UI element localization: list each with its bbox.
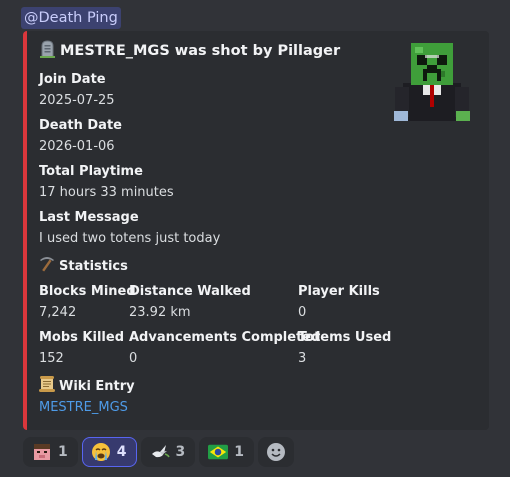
- field-value: I used two totens just today: [39, 231, 221, 246]
- dove-icon: [150, 442, 170, 462]
- stat-advancements: Advancements Completed 0: [129, 329, 320, 368]
- field-name: Totems Used: [298, 330, 392, 345]
- add-reaction-button[interactable]: [258, 437, 294, 467]
- stat-distance-walked: Distance Walked 23.92 km: [129, 283, 251, 322]
- reaction-pig-face[interactable]: 1: [23, 437, 78, 467]
- brazil-flag-icon: [208, 442, 229, 462]
- field-value: 17 hours 33 minutes: [39, 185, 174, 200]
- reaction-dove[interactable]: 3: [140, 437, 196, 467]
- statistics-title: Statistics: [59, 258, 128, 274]
- field-value: 23.92 km: [129, 305, 191, 320]
- stat-totems-used: Totems Used 3: [298, 329, 391, 368]
- field-value: 2025-07-25: [39, 93, 115, 108]
- death-embed: MESTRE_MGS was shot by Pillager Join Dat…: [23, 31, 489, 430]
- field-join-date: Join Date 2025-07-25: [39, 71, 115, 110]
- embed-title-text: MESTRE_MGS was shot by Pillager: [60, 43, 341, 59]
- role-mention[interactable]: @Death Ping: [21, 7, 121, 29]
- field-name: Advancements Completed: [129, 330, 321, 345]
- field-last-message: Last Message I used two totens just toda…: [39, 209, 220, 248]
- wiki-link[interactable]: MESTRE_MGS: [39, 400, 128, 415]
- reaction-count: 1: [58, 444, 68, 460]
- field-name: Last Message: [39, 210, 139, 225]
- pickaxe-icon: [38, 255, 56, 277]
- wiki-title: Wiki Entry: [59, 378, 135, 394]
- statistics-heading: Statistics: [38, 255, 128, 277]
- field-value: 3: [298, 351, 307, 366]
- field-death-date: Death Date 2026-01-06: [39, 117, 122, 156]
- stat-player-kills: Player Kills 0: [298, 283, 380, 322]
- reaction-count: 3: [175, 444, 186, 460]
- wiki-heading: Wiki Entry: [38, 375, 135, 397]
- creeper-skin-avatar: [393, 41, 471, 123]
- field-playtime: Total Playtime 17 hours 33 minutes: [39, 163, 174, 202]
- reaction-bar: 1 4 3 1: [23, 437, 294, 467]
- field-value: 152: [39, 351, 64, 366]
- field-name: Mobs Killed: [39, 330, 125, 345]
- scroll-icon: [38, 375, 56, 397]
- wiki-link-field: MESTRE_MGS: [39, 396, 128, 417]
- field-name: Blocks Mined: [39, 284, 136, 299]
- field-name: Join Date: [39, 72, 106, 87]
- stat-blocks-mined: Blocks Mined 7,242: [39, 283, 136, 322]
- field-value: 0: [129, 351, 138, 366]
- field-value: 7,242: [39, 305, 77, 320]
- reaction-count: 1: [234, 444, 244, 460]
- field-value: 0: [298, 305, 307, 320]
- field-name: Distance Walked: [129, 284, 251, 299]
- field-name: Death Date: [39, 118, 122, 133]
- field-value: 2026-01-06: [39, 139, 115, 154]
- reaction-crying-face[interactable]: 4: [81, 437, 137, 467]
- reaction-count: 4: [116, 444, 127, 460]
- pig-face-skin-icon: [32, 442, 52, 462]
- add-reaction-smiley-icon: [266, 442, 286, 462]
- field-name: Total Playtime: [39, 164, 143, 179]
- reaction-brazil-flag[interactable]: 1: [199, 437, 254, 467]
- crying-face-icon: [91, 442, 111, 462]
- embed-title: MESTRE_MGS was shot by Pillager: [39, 40, 340, 62]
- headstone-icon: [39, 40, 56, 62]
- stat-mobs-killed: Mobs Killed 152: [39, 329, 124, 368]
- field-name: Player Kills: [298, 284, 380, 299]
